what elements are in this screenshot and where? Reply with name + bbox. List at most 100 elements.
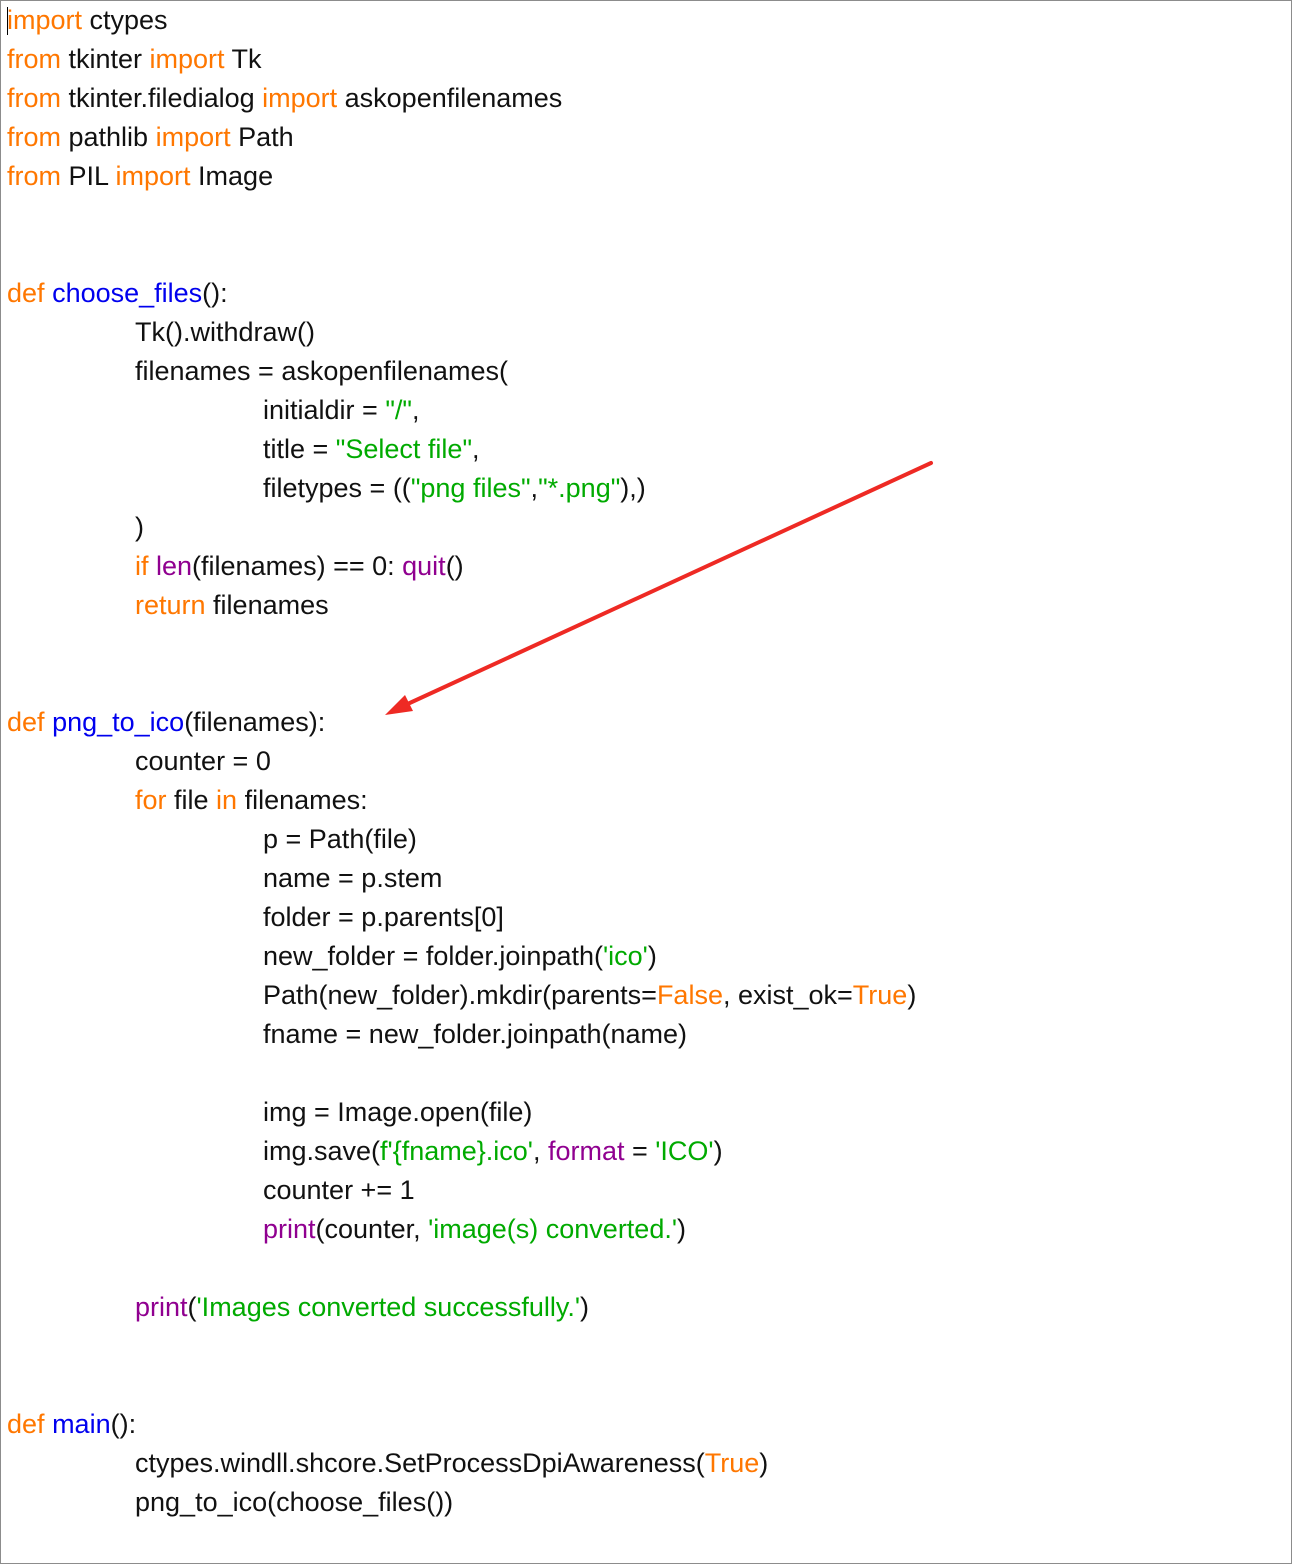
code-line[interactable]: from tkinter.filedialog import askopenfi…	[7, 79, 916, 118]
code-line[interactable]: p = Path(file)	[7, 820, 916, 859]
code-line[interactable]	[7, 196, 916, 235]
code-token: ()	[445, 551, 464, 581]
code-token: file	[166, 785, 217, 815]
code-line[interactable]: filenames = askopenfilenames(	[7, 352, 916, 391]
code-token: ),)	[620, 473, 646, 503]
builtin-token: print	[263, 1214, 316, 1244]
code-line[interactable]: counter += 1	[7, 1171, 916, 1210]
code-token: name = p.stem	[263, 863, 443, 893]
code-line[interactable]: import ctypes	[7, 1, 916, 40]
code-editor[interactable]: import ctypes from tkinter import Tk from …	[0, 0, 1292, 1564]
code-token: filenames	[205, 590, 329, 620]
keyword-token: False	[656, 980, 723, 1010]
code-token: p = Path(file)	[263, 824, 417, 854]
string-token: "/"	[385, 395, 412, 425]
code-line[interactable]: png_to_ico(choose_files())	[7, 1483, 916, 1522]
code-token: pathlib	[61, 122, 156, 152]
code-line[interactable]: def main():	[7, 1405, 916, 1444]
function-name-token: main	[52, 1409, 111, 1439]
code-token: ():	[202, 278, 228, 308]
code-token: )	[677, 1214, 686, 1244]
code-token: Tk	[224, 44, 262, 74]
code-line[interactable]: from tkinter import Tk	[7, 40, 916, 79]
code-line[interactable]: folder = p.parents[0]	[7, 898, 916, 937]
code-token: Path(new_folder).mkdir(parents=	[263, 980, 657, 1010]
string-token: 'image(s) converted.'	[428, 1214, 677, 1244]
code-token: )	[135, 512, 144, 542]
code-token: tkinter.filedialog	[61, 83, 263, 113]
keyword-token: True	[704, 1448, 760, 1478]
text-cursor	[7, 7, 8, 35]
code-line[interactable]: name = p.stem	[7, 859, 916, 898]
keyword-token: from	[7, 83, 61, 113]
code-line[interactable]: def png_to_ico(filenames):	[7, 703, 916, 742]
string-token: 'ICO'	[655, 1136, 714, 1166]
code-line[interactable]: img.save(f'{fname}.ico', format = 'ICO')	[7, 1132, 916, 1171]
code-token: img.save(	[263, 1136, 381, 1166]
code-line[interactable]: from pathlib import Path	[7, 118, 916, 157]
code-token: )	[759, 1448, 769, 1478]
code-token: askopenfilenames	[337, 83, 563, 113]
code-line[interactable]: return filenames	[7, 586, 916, 625]
code-area[interactable]: import ctypes from tkinter import Tk from …	[7, 1, 916, 1522]
code-token: (counter,	[315, 1214, 429, 1244]
code-token: , exist_ok=	[722, 980, 853, 1010]
string-token: 'Images converted successfully.'	[196, 1292, 581, 1322]
code-token: filenames = askopenfilenames(	[135, 356, 508, 386]
code-token: Path	[230, 122, 294, 152]
code-token: ,	[472, 434, 480, 464]
code-line[interactable]: new_folder = folder.joinpath('ico')	[7, 937, 916, 976]
code-token: Image	[190, 161, 274, 191]
code-line[interactable]: ctypes.windll.shcore.SetProcessDpiAwaren…	[7, 1444, 916, 1483]
code-token: png_to_ico(choose_files())	[135, 1487, 454, 1517]
code-line[interactable]	[7, 235, 916, 274]
keyword-token: import	[262, 83, 338, 113]
string-token: f'{fname}.ico'	[380, 1136, 533, 1166]
code-line[interactable]: if len(filenames) == 0: quit()	[7, 547, 916, 586]
code-line[interactable]	[7, 625, 916, 664]
code-line[interactable]: img = Image.open(file)	[7, 1093, 916, 1132]
function-name-token: png_to_ico	[52, 707, 185, 737]
code-line[interactable]	[7, 664, 916, 703]
code-line[interactable]: Path(new_folder).mkdir(parents=False, ex…	[7, 976, 916, 1015]
builtin-token: quit	[402, 551, 446, 581]
code-line[interactable]: )	[7, 508, 916, 547]
code-line[interactable]	[7, 1249, 916, 1288]
keyword-token: def	[7, 278, 45, 308]
code-line[interactable]: title = "Select file",	[7, 430, 916, 469]
code-token: )	[907, 980, 917, 1010]
code-token: tkinter	[61, 44, 150, 74]
code-line[interactable]: filetypes = (("png files","*.png"),)	[7, 469, 916, 508]
code-line[interactable]: print(counter, 'image(s) converted.')	[7, 1210, 916, 1249]
string-token: "Select file"	[335, 434, 473, 464]
keyword-token: from	[7, 161, 61, 191]
code-line[interactable]	[7, 1366, 916, 1405]
code-line[interactable]	[7, 1327, 916, 1366]
code-line[interactable]	[7, 1054, 916, 1093]
code-token: new_folder = folder.joinpath(	[263, 941, 603, 971]
code-token: img = Image.open(file)	[263, 1097, 533, 1127]
code-line[interactable]: initialdir = "/",	[7, 391, 916, 430]
code-line[interactable]: from PIL import Image	[7, 157, 916, 196]
code-token: counter += 1	[263, 1175, 415, 1205]
code-line[interactable]: print('Images converted successfully.')	[7, 1288, 916, 1327]
code-line[interactable]: fname = new_folder.joinpath(name)	[7, 1015, 916, 1054]
code-token: folder = p.parents[0]	[263, 902, 504, 932]
builtin-token: len	[156, 551, 193, 581]
code-token: filenames:	[237, 785, 368, 815]
keyword-token: True	[852, 980, 908, 1010]
keyword-token: import	[155, 122, 231, 152]
code-line[interactable]: counter = 0	[7, 742, 916, 781]
code-token: title =	[263, 434, 336, 464]
code-line[interactable]: Tk().withdraw()	[7, 313, 916, 352]
code-line[interactable]: for file in filenames:	[7, 781, 916, 820]
keyword-token: import	[7, 5, 83, 35]
code-token: ,	[532, 1136, 548, 1166]
string-token: "png files"	[410, 473, 531, 503]
string-token: 'ico'	[602, 941, 648, 971]
code-token: (filenames):	[184, 707, 326, 737]
keyword-token: in	[216, 785, 238, 815]
code-line[interactable]: def choose_files():	[7, 274, 916, 313]
